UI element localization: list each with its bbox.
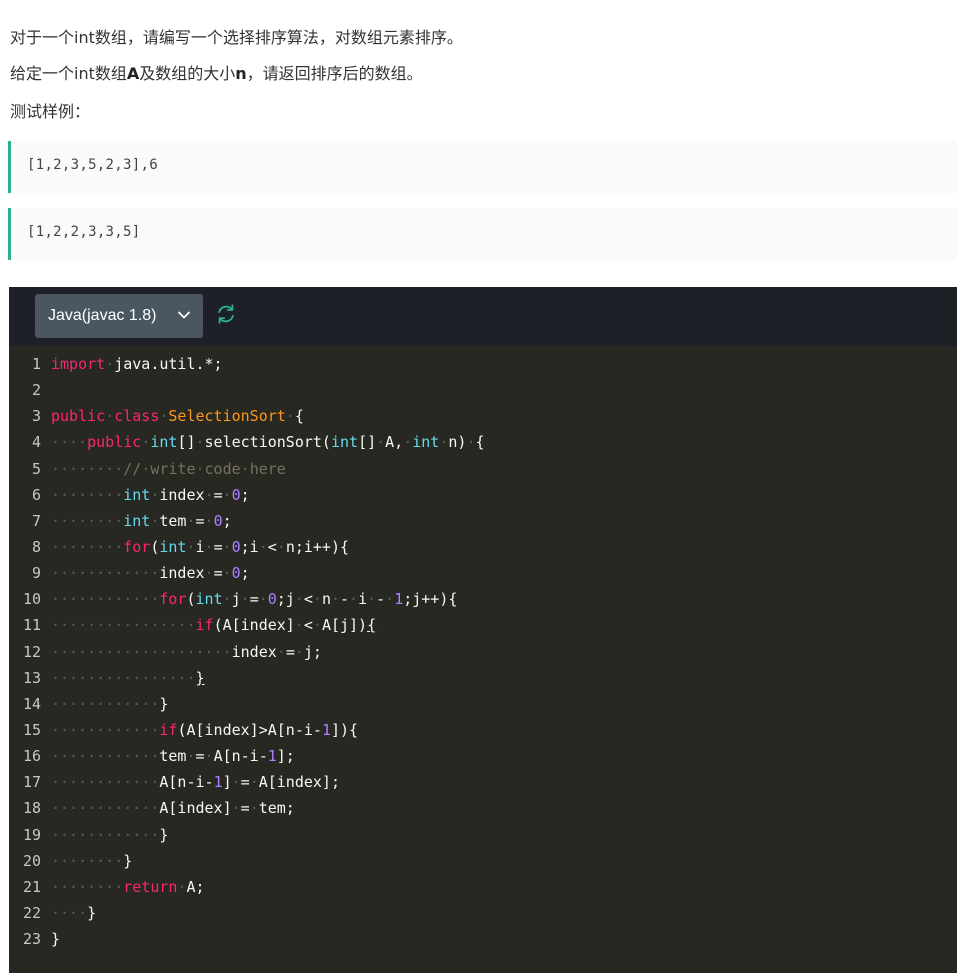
code-text[interactable]: ············A[index]·=·tem; [51,795,295,821]
problem-page: 对于一个int数组，请编写一个选择排序算法，对数组元素排序。 给定一个int数组… [0,0,957,973]
code-text[interactable]: ········return·A; [51,874,205,900]
line-number: 13 [22,668,41,687]
code-text[interactable]: ····················index·=·j; [51,639,322,665]
line-number: 6 [31,485,41,504]
text-segment: 及数组的大小 [139,64,236,83]
line-number: 15 [22,720,41,739]
code-line[interactable]: 15 ············if(A[index]>A[n-i-1]){ [9,717,957,743]
code-line[interactable]: 2 [9,377,957,403]
code-text[interactable]: public·class·SelectionSort·{ [51,403,304,429]
code-text[interactable]: ············for(int·j·=·0;j·<·n·-·i·-·1;… [51,586,457,612]
editor-toolbar: Java(javac 1.8) [9,287,957,346]
code-text[interactable]: ············if(A[index]>A[n-i-1]){ [51,717,358,743]
code-line[interactable]: 1 import·java.util.*; [9,351,957,377]
code-line[interactable]: 14 ············} [9,691,957,717]
sample-input-block: [1,2,3,5,2,3],6 [8,141,957,193]
line-number: 9 [31,564,41,583]
code-line[interactable]: 10 ············for(int·j·=·0;j·<·n·-·i·-·… [9,586,957,612]
line-number: 21 [22,877,41,896]
code-text[interactable]: ········int·tem·=·0; [51,508,232,534]
code-line[interactable]: 4 ····public·int[]·selectionSort(int[]·A,… [9,429,957,455]
problem-input-description: 给定一个int数组A及数组的大小n，请返回排序后的数组。 [10,63,423,85]
code-line[interactable]: 19 ············} [9,822,957,848]
code-text[interactable]: } [51,926,60,952]
code-text[interactable]: ················} [51,665,205,691]
param-n: n [235,64,247,83]
line-number: 22 [22,903,41,922]
code-text[interactable]: ············index·=·0; [51,560,250,586]
code-text[interactable]: ····public·int[]·selectionSort(int[]·A,·… [51,429,485,455]
language-label: Java(javac 1.8) [48,307,157,324]
code-line[interactable]: 17 ············A[n-i-1]·=·A[index]; [9,769,957,795]
sample-output-block: [1,2,2,3,3,5] [8,208,957,260]
line-number: 12 [22,642,41,661]
line-number: 10 [22,590,41,609]
language-select[interactable]: Java(javac 1.8) [35,294,203,338]
line-number: 16 [22,747,41,766]
code-line[interactable]: 20 ········} [9,848,957,874]
code-text[interactable]: ········int·index·=·0; [51,482,250,508]
problem-description: 对于一个int数组，请编写一个选择排序算法，对数组元素排序。 [10,28,463,47]
line-number: 2 [31,381,41,400]
code-line[interactable]: 6 ········int·index·=·0; [9,482,957,508]
line-number: 4 [31,433,41,452]
code-line[interactable]: 23} [9,926,957,952]
sample-input-text: [1,2,3,5,2,3],6 [27,157,158,173]
code-line[interactable]: 18 ············A[index]·=·tem; [9,795,957,821]
line-number: 18 [22,799,41,818]
code-text[interactable]: ············A[n-i-1]·=·A[index]; [51,769,340,795]
param-a: A [126,64,140,83]
text-segment: 给定一个int数组 [10,64,127,83]
code-area[interactable]: 1 import·java.util.*; 2 3 public·class·Selec… [9,351,957,952]
line-number: 5 [31,459,41,478]
code-text[interactable]: ····} [51,900,96,926]
code-line[interactable]: 12 ····················index·=·j; [9,639,957,665]
code-line[interactable]: 7 ········int·tem·=·0; [9,508,957,534]
code-line[interactable]: 13 ················} [9,665,957,691]
sample-output-text: [1,2,2,3,3,5] [27,224,141,240]
code-line[interactable]: 8 ········for(int·i·=·0;i·<·n;i++){ [9,534,957,560]
line-number: 11 [22,616,41,635]
code-text[interactable]: ············} [51,691,168,717]
code-line[interactable]: 9 ············index·=·0; [9,560,957,586]
code-line[interactable]: 16 ············tem·=·A[n-i-1]; [9,743,957,769]
code-text[interactable]: ········//·write·code·here [51,456,286,482]
code-text[interactable]: import·java.util.*; [51,351,223,377]
code-text[interactable]: ················if(A[index]·<·A[j]){ [51,612,376,638]
code-line[interactable]: 22 ····} [9,900,957,926]
line-number: 19 [22,825,41,844]
text-segment: ，请返回排序后的数组。 [246,64,423,83]
code-text[interactable]: ············} [51,822,168,848]
code-text[interactable]: ········for(int·i·=·0;i·<·n;i++){ [51,534,349,560]
line-number: 23 [22,930,41,949]
line-number: 7 [31,511,41,530]
code-line[interactable]: 21 ········return·A; [9,874,957,900]
code-editor[interactable]: Java(javac 1.8) 1 import·java.util.*; 2 3 pu… [9,287,957,973]
line-number: 20 [22,851,41,870]
refresh-icon[interactable] [215,303,237,325]
line-number: 8 [31,537,41,556]
code-line[interactable]: 3 public·class·SelectionSort·{ [9,403,957,429]
line-number: 17 [22,773,41,792]
code-line[interactable]: 5 ········//·write·code·here [9,456,957,482]
line-number: 3 [31,407,41,426]
code-text[interactable]: ············tem·=·A[n-i-1]; [51,743,295,769]
chevron-down-icon [178,311,190,319]
code-line[interactable]: 11 ················if(A[index]·<·A[j]){ [9,612,957,638]
line-number: 14 [22,694,41,713]
code-text[interactable]: ········} [51,848,132,874]
sample-heading: 测试样例： [10,102,91,121]
line-number: 1 [31,355,41,373]
